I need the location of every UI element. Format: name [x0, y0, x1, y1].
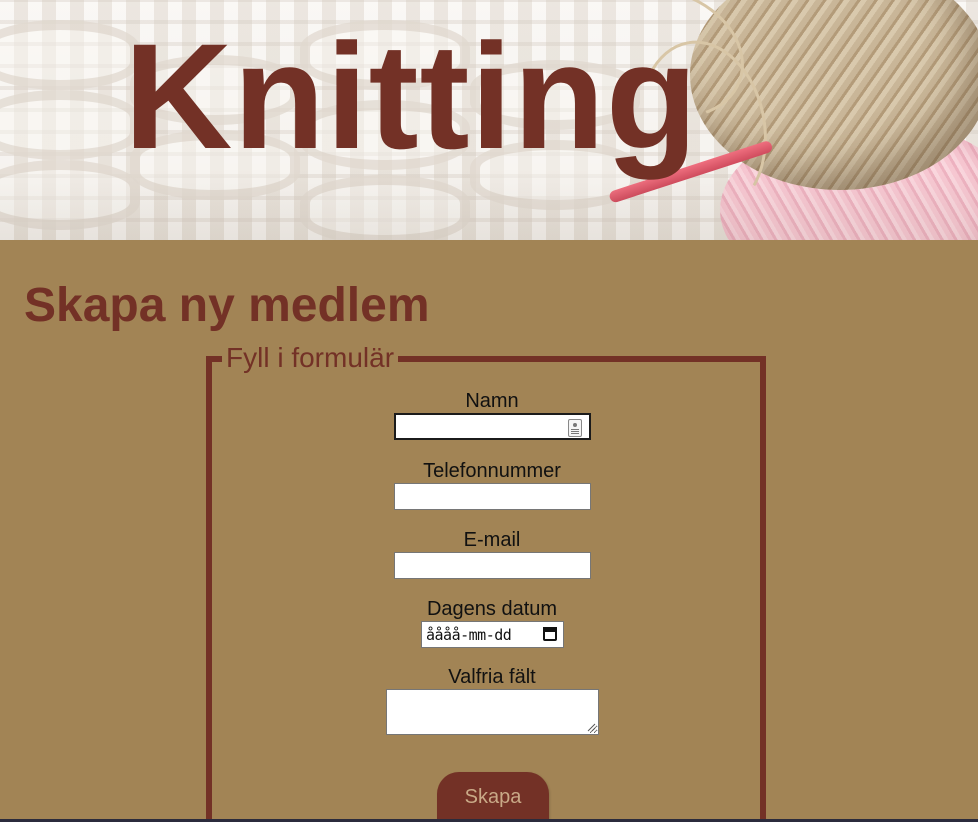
- email-label: E-mail: [463, 529, 521, 551]
- header-banner: Knitting: [0, 0, 978, 240]
- email-input[interactable]: [394, 552, 591, 579]
- create-button[interactable]: Skapa: [437, 772, 549, 822]
- date-placeholder: åååå-mm-dd: [426, 626, 512, 644]
- form-legend: Fyll i formulär: [222, 341, 399, 375]
- page: Knitting Skapa ny medlem Fyll i formulär…: [0, 0, 978, 822]
- contact-card-icon[interactable]: [568, 419, 582, 437]
- name-label: Namn: [465, 390, 519, 412]
- optional-textarea[interactable]: [386, 689, 599, 735]
- date-input[interactable]: åååå-mm-dd: [421, 621, 564, 648]
- phone-input[interactable]: [394, 483, 591, 510]
- name-input[interactable]: [394, 413, 591, 440]
- optional-label: Valfria fält: [448, 666, 536, 688]
- site-title: Knitting: [124, 12, 699, 180]
- page-title: Skapa ny medlem: [24, 279, 430, 332]
- phone-label: Telefonnummer: [423, 460, 561, 482]
- date-label: Dagens datum: [426, 598, 558, 620]
- calendar-icon[interactable]: [543, 627, 557, 641]
